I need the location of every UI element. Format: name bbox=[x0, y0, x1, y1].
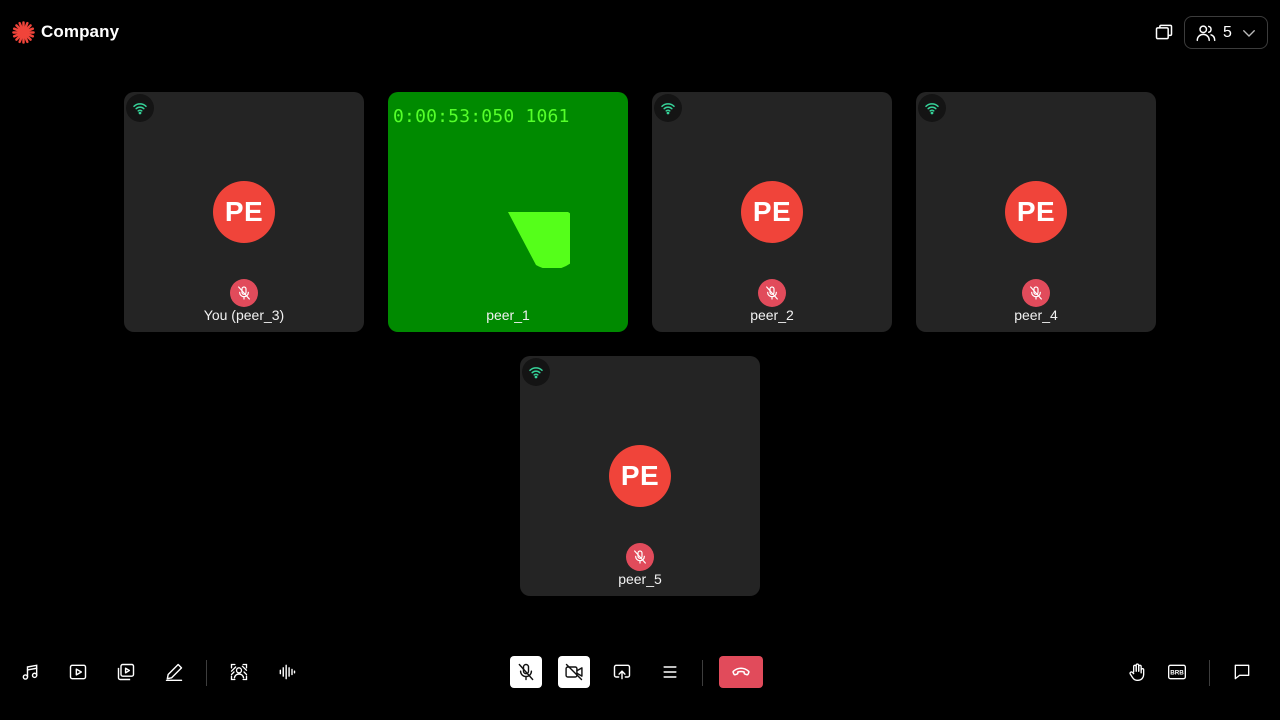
network-quality-badge bbox=[918, 94, 946, 122]
network-quality-badge bbox=[126, 94, 154, 122]
mic-off-icon bbox=[766, 286, 778, 300]
video-off-icon bbox=[565, 663, 583, 681]
participant-name: peer_2 bbox=[750, 307, 794, 323]
muted-badge bbox=[230, 279, 258, 307]
avatar: PE bbox=[1005, 181, 1067, 243]
leave-call-button[interactable] bbox=[719, 656, 763, 688]
participant-tile[interactable]: PE You (peer_3) bbox=[124, 92, 364, 332]
participant-name: peer_5 bbox=[618, 571, 662, 587]
brb-label: BRB bbox=[1170, 669, 1184, 676]
playlist-video-icon bbox=[117, 663, 135, 681]
music-note-icon bbox=[22, 664, 38, 680]
video-frame-shape bbox=[508, 212, 570, 268]
participant-tile[interactable]: PE peer_4 bbox=[916, 92, 1156, 332]
picture-in-picture-icon bbox=[1155, 24, 1173, 40]
participants-button[interactable]: 5 bbox=[1184, 16, 1268, 49]
virtual-background-icon bbox=[230, 663, 248, 681]
screen-share-icon bbox=[613, 664, 631, 680]
more-options-button[interactable] bbox=[654, 656, 686, 688]
chat-button[interactable] bbox=[1226, 656, 1258, 688]
menu-icon bbox=[663, 666, 677, 678]
avatar: PE bbox=[609, 445, 671, 507]
participant-count: 5 bbox=[1223, 23, 1232, 41]
picture-in-picture-button[interactable] bbox=[1152, 20, 1176, 44]
brb-button[interactable]: BRB bbox=[1161, 656, 1193, 688]
participant-tile[interactable]: 0:00:53:050 1061 peer_1 bbox=[388, 92, 628, 332]
brand-name: Company bbox=[41, 22, 120, 41]
noise-suppression-button[interactable] bbox=[271, 656, 303, 688]
mic-off-icon bbox=[518, 663, 534, 681]
screen-share-button[interactable] bbox=[606, 656, 638, 688]
noise-suppression-icon bbox=[279, 664, 296, 680]
toolbar-divider bbox=[1209, 660, 1210, 686]
participant-tile[interactable]: PE peer_2 bbox=[652, 92, 892, 332]
brb-icon: BRB bbox=[1168, 664, 1186, 680]
mic-off-icon bbox=[634, 550, 646, 564]
camera-toggle[interactable] bbox=[558, 656, 590, 688]
avatar: PE bbox=[741, 181, 803, 243]
virtual-background-button[interactable] bbox=[223, 656, 255, 688]
wifi-signal-icon bbox=[661, 103, 675, 115]
mic-off-icon bbox=[1030, 286, 1042, 300]
brand: Company bbox=[12, 20, 119, 44]
raise-hand-button[interactable] bbox=[1121, 656, 1153, 688]
leave-call-icon bbox=[732, 667, 750, 676]
participant-tile[interactable]: PE peer_5 bbox=[520, 356, 760, 596]
toolbar-divider bbox=[702, 660, 703, 686]
microphone-toggle[interactable] bbox=[510, 656, 542, 688]
video-timecode: 0:00:53:050 1061 bbox=[393, 106, 570, 127]
participant-name: You (peer_3) bbox=[203, 307, 285, 323]
muted-badge bbox=[626, 543, 654, 571]
participant-name: peer_1 bbox=[486, 307, 530, 323]
muted-badge bbox=[1022, 279, 1050, 307]
play-video-icon bbox=[69, 664, 87, 680]
avatar: PE bbox=[213, 181, 275, 243]
raise-hand-icon bbox=[1129, 663, 1145, 681]
participant-name: peer_4 bbox=[1014, 307, 1058, 323]
asterisk-logo-icon bbox=[12, 20, 35, 44]
conference-app: Company 5 PE You (peer_3) 0:00:53:050 10… bbox=[0, 0, 1280, 720]
music-button[interactable] bbox=[14, 656, 46, 688]
network-quality-badge bbox=[654, 94, 682, 122]
chevron-down-icon bbox=[1242, 29, 1255, 37]
wifi-signal-icon bbox=[925, 103, 939, 115]
muted-badge bbox=[758, 279, 786, 307]
playlist-button[interactable] bbox=[110, 656, 142, 688]
wifi-signal-icon bbox=[529, 367, 543, 379]
chat-icon bbox=[1234, 664, 1250, 680]
wifi-signal-icon bbox=[133, 103, 147, 115]
people-icon bbox=[1196, 24, 1216, 41]
whiteboard-button[interactable] bbox=[158, 656, 190, 688]
mic-off-icon bbox=[238, 286, 250, 300]
whiteboard-pencil-icon bbox=[165, 663, 183, 682]
play-video-button[interactable] bbox=[62, 656, 94, 688]
toolbar-divider bbox=[206, 660, 207, 686]
network-quality-badge bbox=[522, 358, 550, 386]
